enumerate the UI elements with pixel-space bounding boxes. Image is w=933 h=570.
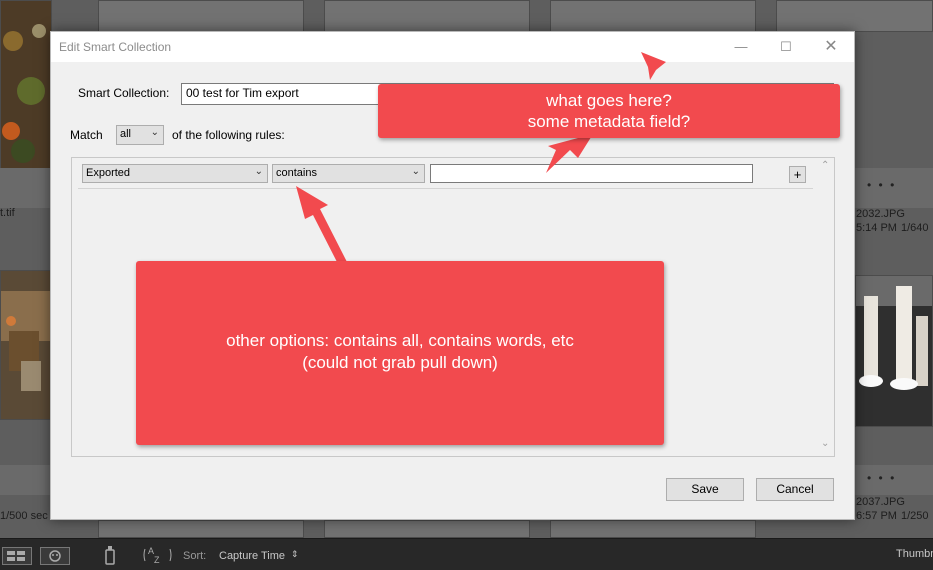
annotation-note-options-line2: (could not grab pull down) [302, 353, 498, 372]
annotation-arrow-top [641, 52, 666, 80]
annotation-arrow-value [546, 134, 593, 173]
annotation-note-options-line1: other options: contains all, contains wo… [226, 331, 574, 350]
annotation-note-top: what goes here? some metadata field? [378, 84, 840, 138]
annotation-note-top-line1: what goes here? [546, 91, 672, 110]
annotation-arrow-operator [296, 186, 347, 262]
annotation-note-top-line2: some metadata field? [527, 112, 691, 131]
annotation-note-options: other options: contains all, contains wo… [136, 261, 664, 445]
